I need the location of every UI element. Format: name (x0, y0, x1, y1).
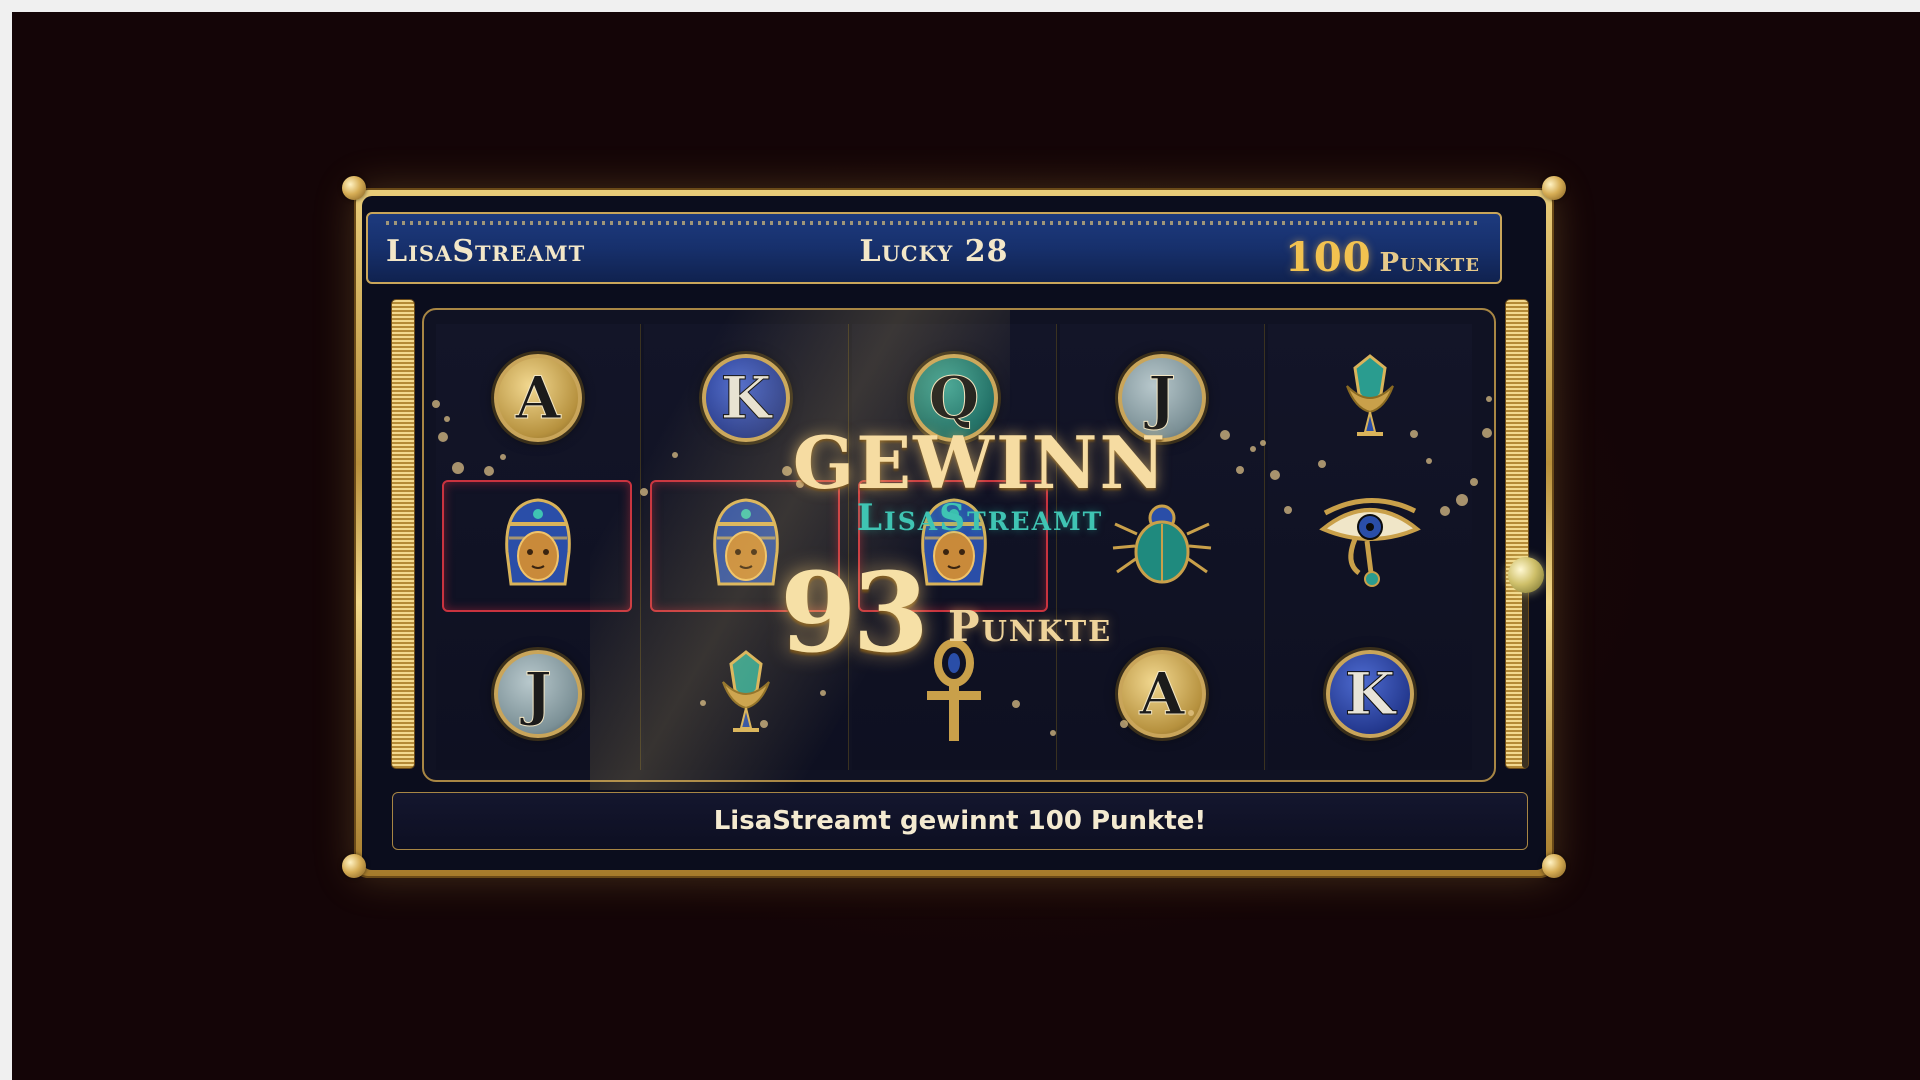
win-amount: 93 (780, 548, 929, 677)
eye-of-horus-icon (1315, 489, 1425, 603)
reel-cell: A (436, 324, 640, 472)
message-bar: LisaStreamt gewinnt 100 Punkte! (392, 792, 1528, 850)
spin-lever-knob[interactable] (1508, 557, 1544, 593)
sparkle-dot (444, 416, 450, 422)
lotus-icon (1335, 346, 1405, 450)
sparkle-dot (1318, 460, 1326, 468)
win-title: GEWINN (792, 420, 1168, 505)
reel-4: JA (1060, 324, 1264, 770)
sparkle-dot (1284, 506, 1292, 514)
sparkle-dot (438, 432, 448, 442)
sparkle-dot (1260, 440, 1266, 446)
sparkle-dot (1456, 494, 1468, 506)
card-a-symbol-icon: A (1118, 650, 1206, 738)
reel-cell (436, 472, 640, 620)
reel-divider (1056, 324, 1057, 770)
lever-track (1522, 578, 1528, 768)
reel-divider (640, 324, 641, 770)
sparkle-dot (1270, 470, 1280, 480)
reel-cell: J (436, 620, 640, 768)
lotus-icon (711, 642, 781, 746)
sparkle-dot (1188, 710, 1194, 716)
sparkle-dot (640, 488, 648, 496)
sparkle-dot (1120, 720, 1128, 728)
reel-divider (1264, 324, 1265, 770)
pharaoh-mask-icon (493, 494, 583, 598)
card-j-symbol-icon: J (494, 650, 582, 738)
reel-1: AJ (436, 324, 640, 770)
card-k-symbol-icon: K (1326, 650, 1414, 738)
sparkle-dot (1410, 430, 1418, 438)
sparkle-dot (672, 452, 678, 458)
sparkle-dot (452, 462, 464, 474)
sparkle-dot (1486, 396, 1492, 402)
reel-cell: K (1268, 620, 1472, 768)
sparkle-dot (1440, 506, 1450, 516)
reel-divider (848, 324, 849, 770)
sparkle-dot (1012, 700, 1020, 708)
sparkle-dot (432, 400, 440, 408)
rivet-icon (342, 176, 366, 200)
sparkle-dot (820, 690, 826, 696)
score-display: 100 Punkte (1285, 234, 1480, 281)
score-unit: Punkte (1379, 248, 1480, 278)
reels-window: AJKQJAK (422, 308, 1496, 782)
win-unit: Punkte (948, 602, 1113, 651)
sparkle-dot (700, 700, 706, 706)
header-dotted-trim (386, 221, 1482, 225)
reel-3: Q (852, 324, 1056, 770)
reel-2: K (644, 324, 848, 770)
win-player-name: LisaStreamt (856, 497, 1104, 539)
sparkle-dot (760, 720, 768, 728)
card-a-symbol-icon: A (494, 354, 582, 442)
score-value: 100 (1285, 234, 1372, 281)
win-message: LisaStreamt gewinnt 100 Punkte! (713, 806, 1207, 836)
sparkle-dot (1426, 458, 1432, 464)
sparkle-dot (484, 466, 494, 476)
win-overlay: GEWINN LisaStreamt (700, 420, 1260, 539)
ankh-icon (919, 637, 989, 751)
reel-5: K (1268, 324, 1472, 770)
sparkle-dot (1482, 428, 1492, 438)
sparkle-dot (1470, 478, 1478, 486)
reel-cell (1268, 472, 1472, 620)
sparkle-dot (500, 454, 506, 460)
rivet-icon (1542, 176, 1566, 200)
rivet-icon (1542, 854, 1566, 878)
sparkle-dot (1050, 730, 1056, 736)
rivet-icon (342, 854, 366, 878)
left-gold-rail (392, 300, 414, 768)
reel-cell (1268, 324, 1472, 472)
